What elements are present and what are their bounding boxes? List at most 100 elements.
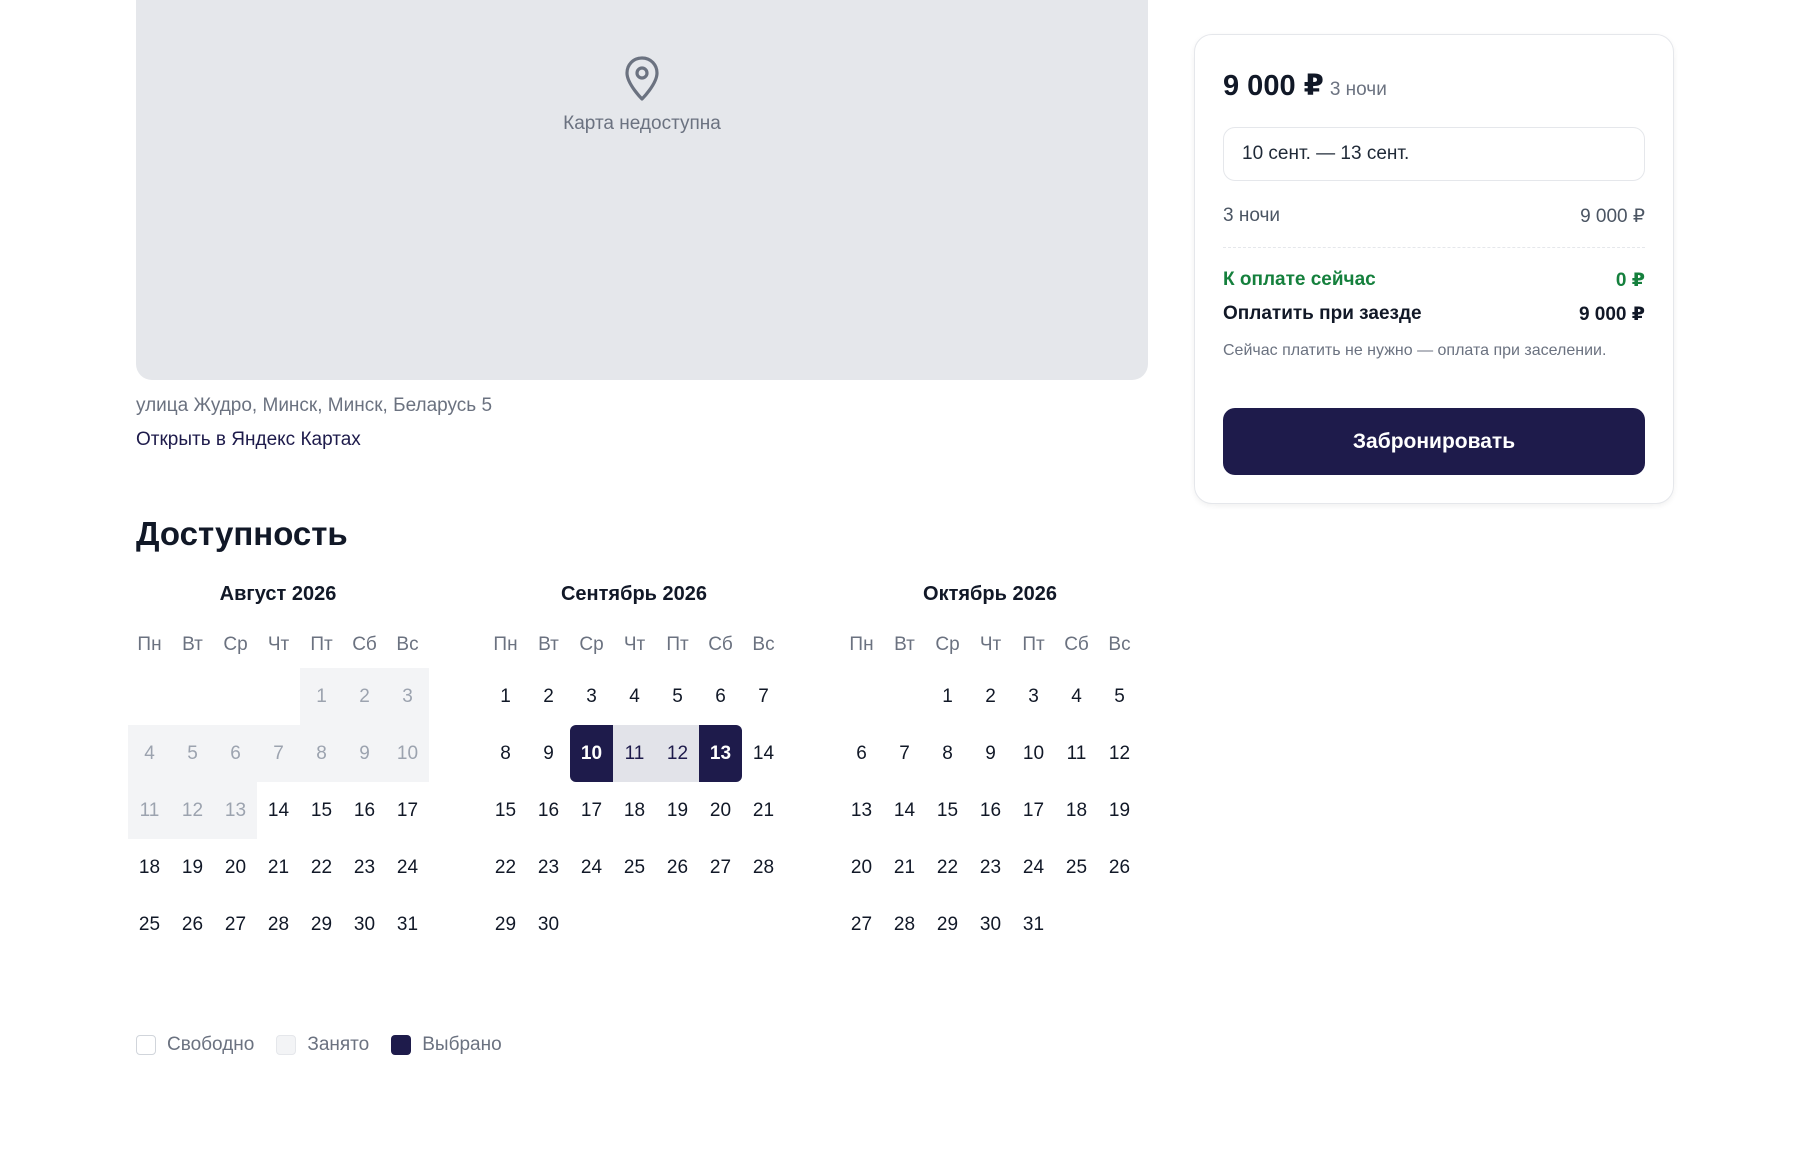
calendar-day[interactable]: 21 — [257, 839, 300, 896]
calendar-day-busy: 10 — [386, 725, 429, 782]
calendar-day[interactable]: 22 — [926, 839, 969, 896]
calendar-day[interactable]: 14 — [742, 725, 785, 782]
calendar-day[interactable]: 18 — [128, 839, 171, 896]
calendar-day[interactable]: 18 — [613, 782, 656, 839]
calendar-day[interactable]: 9 — [527, 725, 570, 782]
calendar-day[interactable]: 14 — [257, 782, 300, 839]
calendar-day[interactable]: 5 — [1098, 668, 1141, 725]
calendar-day[interactable]: 26 — [171, 896, 214, 953]
calendar-day[interactable]: 10 — [1012, 725, 1055, 782]
calendar-day[interactable]: 22 — [484, 839, 527, 896]
calendar-day[interactable]: 6 — [699, 668, 742, 725]
calendar-day[interactable]: 30 — [527, 896, 570, 953]
calendar-day[interactable]: 31 — [386, 896, 429, 953]
calendar-day[interactable]: 17 — [1012, 782, 1055, 839]
calendar-month-title: Август 2026 — [219, 583, 337, 605]
calendar-day[interactable]: 27 — [840, 896, 883, 953]
calendar-day[interactable]: 27 — [699, 839, 742, 896]
calendar-day[interactable]: 2 — [969, 668, 1012, 725]
calendar-day[interactable]: 15 — [484, 782, 527, 839]
calendar-day[interactable]: 3 — [570, 668, 613, 725]
calendar-day[interactable]: 19 — [1098, 782, 1141, 839]
calendar-day[interactable]: 17 — [386, 782, 429, 839]
calendar-day[interactable]: 31 — [1012, 896, 1055, 953]
calendar-day[interactable]: 15 — [300, 782, 343, 839]
calendar-day[interactable]: 29 — [300, 896, 343, 953]
calendar-day[interactable]: 28 — [257, 896, 300, 953]
calendar-day[interactable]: 25 — [1055, 839, 1098, 896]
calendar-day[interactable]: 24 — [386, 839, 429, 896]
pay-arrival-value: 9 000 ₽ — [1578, 304, 1645, 325]
calendar-day-busy: 1 — [300, 668, 343, 725]
calendar-day[interactable]: 20 — [840, 839, 883, 896]
calendar-day[interactable]: 17 — [570, 782, 613, 839]
calendar-day[interactable]: 8 — [926, 725, 969, 782]
calendar-day[interactable]: 19 — [171, 839, 214, 896]
weekday-header: Пт — [310, 634, 333, 655]
calendar-day[interactable]: 5 — [656, 668, 699, 725]
calendar-day[interactable]: 7 — [742, 668, 785, 725]
calendar-day[interactable]: 20 — [699, 782, 742, 839]
calendar-day[interactable]: 16 — [969, 782, 1012, 839]
calendar-day-selected[interactable]: 13 — [699, 725, 742, 782]
calendar-day[interactable]: 16 — [343, 782, 386, 839]
calendar-day[interactable]: 9 — [969, 725, 1012, 782]
calendar-day[interactable]: 4 — [1055, 668, 1098, 725]
calendar-day[interactable]: 25 — [128, 896, 171, 953]
calendar-day[interactable]: 24 — [1012, 839, 1055, 896]
calendar-day-selected[interactable]: 10 — [570, 725, 613, 782]
calendar-day[interactable]: 27 — [214, 896, 257, 953]
calendar-day[interactable]: 13 — [840, 782, 883, 839]
weekday-header: Ср — [223, 634, 248, 655]
calendar-day[interactable]: 18 — [1055, 782, 1098, 839]
legend-selected: Выбрано — [391, 1034, 502, 1056]
calendar-day-busy: 3 — [386, 668, 429, 725]
calendar-day[interactable]: 4 — [613, 668, 656, 725]
calendar-day[interactable]: 19 — [656, 782, 699, 839]
calendar-day[interactable]: 3 — [1012, 668, 1055, 725]
calendar-month-title: Сентябрь 2026 — [560, 583, 708, 605]
calendar-day-in-range[interactable]: 11 — [613, 725, 656, 782]
calendar-day[interactable]: 12 — [1098, 725, 1141, 782]
calendar-day[interactable]: 1 — [926, 668, 969, 725]
calendar-day[interactable]: 8 — [484, 725, 527, 782]
calendar-day[interactable]: 24 — [570, 839, 613, 896]
open-yandex-maps-link[interactable]: Открыть в Яндекс Картах — [136, 429, 361, 451]
weekday-header: Вт — [538, 634, 559, 655]
calendar-day[interactable]: 15 — [926, 782, 969, 839]
calendar-day[interactable]: 1 — [484, 668, 527, 725]
calendar-day[interactable]: 23 — [343, 839, 386, 896]
calendar-day[interactable]: 20 — [214, 839, 257, 896]
calendar-day[interactable]: 26 — [656, 839, 699, 896]
calendar-day[interactable]: 25 — [613, 839, 656, 896]
calendar-day[interactable]: 21 — [742, 782, 785, 839]
pay-arrival-row: Оплатить при заезде 9 000 ₽ — [1223, 303, 1645, 326]
calendar-day[interactable]: 29 — [484, 896, 527, 953]
legend-busy-label: Занято — [307, 1034, 370, 1055]
calendar-day[interactable]: 14 — [883, 782, 926, 839]
calendar-day[interactable]: 11 — [1055, 725, 1098, 782]
calendar-day[interactable]: 23 — [527, 839, 570, 896]
calendar-day[interactable]: 30 — [343, 896, 386, 953]
calendar-day[interactable]: 21 — [883, 839, 926, 896]
total-price: 9 000 ₽ — [1223, 70, 1324, 102]
calendar-day-busy: 11 — [128, 782, 171, 839]
legend-selected-swatch — [391, 1035, 412, 1055]
book-button[interactable]: Забронировать — [1223, 408, 1645, 475]
calendar-day[interactable]: 7 — [883, 725, 926, 782]
calendar-day[interactable]: 6 — [840, 725, 883, 782]
calendar-day[interactable]: 28 — [883, 896, 926, 953]
calendar-day[interactable]: 2 — [527, 668, 570, 725]
calendar-day[interactable]: 23 — [969, 839, 1012, 896]
calendar-day[interactable]: 22 — [300, 839, 343, 896]
date-range-field[interactable]: 10 сент. — 13 сент. — [1223, 127, 1645, 181]
calendar-day[interactable]: 16 — [527, 782, 570, 839]
calendar-day[interactable]: 28 — [742, 839, 785, 896]
calendar-day[interactable]: 26 — [1098, 839, 1141, 896]
calendar-day-in-range[interactable]: 12 — [656, 725, 699, 782]
weekday-header: Вс — [1108, 634, 1131, 655]
calendar-day[interactable]: 30 — [969, 896, 1012, 953]
calendar-day[interactable]: 29 — [926, 896, 969, 953]
calendar-day-busy: 4 — [128, 725, 171, 782]
divider — [1223, 247, 1645, 248]
